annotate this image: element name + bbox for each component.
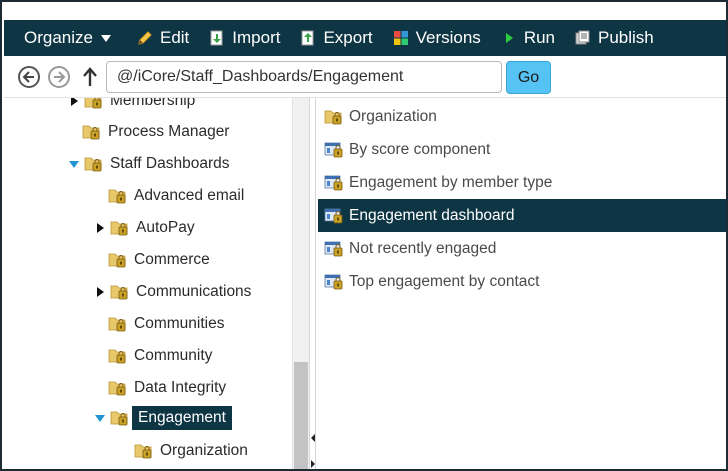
folder-lock-icon — [108, 379, 128, 397]
tree-item[interactable]: Advanced email — [108, 183, 244, 209]
folder-lock-icon — [84, 98, 104, 110]
publish-document-icon — [575, 30, 591, 46]
list-item-label: Organization — [349, 107, 437, 125]
scrollbar-thumb[interactable] — [294, 362, 308, 469]
list-item[interactable]: Top engagement by contact — [318, 265, 726, 298]
folder-lock-icon — [84, 155, 104, 173]
forward-button[interactable] — [48, 66, 70, 88]
folder-lock-icon — [324, 108, 344, 126]
edit-button[interactable]: Edit — [127, 20, 199, 56]
tree-item-label: Engagement — [132, 406, 232, 430]
edit-label: Edit — [159, 28, 190, 47]
run-button[interactable]: Run — [491, 20, 565, 56]
list-item-label: Top engagement by contact — [349, 272, 540, 290]
tree-item[interactable]: Data Integrity — [108, 375, 226, 401]
export-label: Export — [323, 28, 373, 47]
collapse-left-icon[interactable] — [311, 434, 315, 442]
list-item-label: By score component — [349, 140, 491, 158]
organize-menu-button[interactable]: Organize — [4, 20, 127, 56]
go-button[interactable]: Go — [506, 61, 551, 94]
tree-item-label: Commerce — [134, 251, 210, 268]
arrow-right-icon — [54, 71, 66, 83]
tree-item[interactable]: Commerce — [108, 247, 210, 273]
expand-right-icon[interactable] — [311, 460, 315, 468]
collapse-arrow-icon[interactable] — [94, 405, 106, 431]
tree-item-label: AutoPay — [136, 219, 195, 236]
export-button[interactable]: Export — [290, 20, 382, 56]
tree-item-label: Data Integrity — [134, 379, 227, 396]
folder-lock-icon — [110, 283, 130, 301]
publish-button[interactable]: Publish — [565, 20, 664, 56]
list-item-label: Not recently engaged — [349, 239, 497, 257]
list-item[interactable]: Not recently engaged — [318, 232, 726, 265]
list-item[interactable]: By score component — [318, 133, 726, 166]
window-top-margin — [4, 4, 726, 20]
list-item[interactable]: Engagement by member type — [318, 166, 726, 199]
folder-lock-icon — [108, 187, 128, 205]
tree-scrollbar[interactable] — [292, 98, 309, 469]
path-input[interactable] — [106, 61, 502, 93]
versions-button[interactable]: Versions — [383, 20, 491, 56]
chevron-down-icon — [100, 34, 111, 42]
publish-label: Publish — [598, 28, 654, 47]
arrow-left-icon — [22, 71, 34, 83]
toolbar: Organize Edit Import Export Versions Run… — [4, 20, 726, 56]
folder-lock-icon — [108, 347, 128, 365]
export-file-icon — [300, 30, 316, 46]
pane-splitter[interactable] — [309, 98, 316, 469]
folder-lock-icon — [110, 219, 130, 237]
versions-grid-icon — [393, 30, 409, 46]
import-file-icon — [209, 30, 225, 46]
folder-lock-icon — [108, 315, 128, 333]
dashboard-lock-icon — [324, 207, 344, 225]
dashboard-lock-icon — [324, 273, 344, 291]
folder-lock-icon — [110, 409, 130, 427]
tree-item[interactable]: Engagement — [94, 405, 232, 431]
list-item[interactable]: Engagement dashboard — [318, 199, 726, 232]
dashboard-lock-icon — [324, 240, 344, 258]
tree-item[interactable]: Communications — [94, 279, 251, 305]
tree-item[interactable]: Membership — [68, 98, 195, 114]
import-button[interactable]: Import — [199, 20, 290, 56]
tree-item[interactable]: Organization — [134, 438, 248, 464]
dashboard-lock-icon — [324, 141, 344, 159]
tree-item-label: Membership — [110, 98, 196, 109]
play-icon — [501, 30, 517, 46]
folder-lock-icon — [134, 442, 154, 460]
tree-item-label: Staff Dashboards — [110, 155, 230, 172]
list-item-label: Engagement dashboard — [349, 206, 515, 224]
tree-item[interactable]: Process Manager — [82, 119, 229, 145]
tree-item-label: Advanced email — [134, 187, 245, 204]
tree-item-label: Organization — [160, 442, 248, 459]
list-item-label: Engagement by member type — [349, 173, 553, 191]
content-list: Organization By score component Engagement… — [318, 98, 726, 469]
list-item[interactable]: Organization — [318, 100, 726, 133]
dashboard-lock-icon — [324, 174, 344, 192]
tree-item-label: Process Manager — [108, 123, 230, 140]
tree-item[interactable]: Staff Dashboards — [68, 151, 229, 177]
tree-item[interactable]: Communities — [108, 311, 224, 337]
folder-lock-icon — [82, 123, 102, 141]
expand-arrow-icon[interactable] — [68, 98, 80, 114]
tree-item-label: Community — [134, 347, 213, 364]
up-level-button[interactable] — [80, 65, 100, 89]
expand-arrow-icon[interactable] — [94, 215, 106, 241]
organize-label: Organize — [24, 28, 93, 47]
versions-label: Versions — [415, 28, 481, 47]
tree-item-label: Communications — [136, 283, 252, 300]
collapse-arrow-icon[interactable] — [68, 151, 80, 177]
tree-item[interactable]: AutoPay — [94, 215, 195, 241]
pencil-icon — [137, 30, 153, 46]
folder-lock-icon — [108, 251, 128, 269]
arrow-up-icon — [83, 67, 97, 86]
folder-tree: Membership Process Manager Staff Dashboard… — [4, 98, 292, 469]
tree-item-label: Communities — [134, 315, 225, 332]
address-bar: Go — [4, 56, 726, 98]
import-label: Import — [232, 28, 281, 47]
back-button[interactable] — [18, 66, 40, 88]
app-frame: Organize Edit Import Export Versions Run… — [0, 0, 728, 471]
tree-item[interactable]: Community — [108, 343, 212, 369]
run-label: Run — [523, 28, 555, 47]
expand-arrow-icon[interactable] — [94, 279, 106, 305]
